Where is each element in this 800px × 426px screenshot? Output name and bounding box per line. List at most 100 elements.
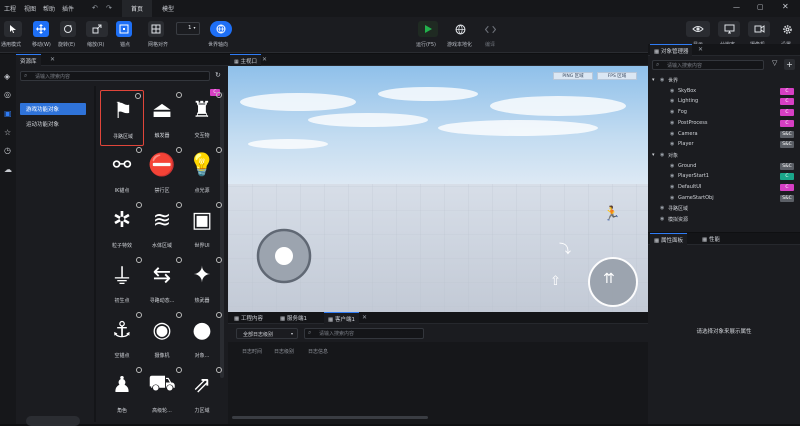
- attack-icon[interactable]: ⇈: [603, 271, 615, 287]
- asset-item[interactable]: ⛟ 高级轮...: [140, 365, 184, 421]
- filter-icon[interactable]: ▽: [772, 59, 777, 67]
- minimize-icon[interactable]: —: [733, 3, 740, 11]
- target-icon[interactable]: ◎: [4, 90, 11, 99]
- asset-item[interactable]: ✲ 粒子特效: [100, 200, 144, 256]
- menu-help[interactable]: 帮助: [43, 4, 55, 13]
- close-tab-icon[interactable]: ✕: [362, 314, 367, 321]
- asset-item[interactable]: ⇗ 力区域: [180, 365, 224, 421]
- tree-item[interactable]: ◉ Camera S&C: [652, 130, 794, 140]
- anchor-point-icon[interactable]: [116, 21, 132, 37]
- eye-icon[interactable]: [686, 21, 710, 37]
- expand-arrow-icon[interactable]: ▾: [652, 152, 655, 158]
- video-camera-icon[interactable]: [748, 21, 770, 37]
- close-tab-icon[interactable]: ✕: [262, 56, 267, 63]
- crouch-icon[interactable]: ⤵: [559, 240, 571, 257]
- tab-home[interactable]: 首页: [122, 0, 152, 17]
- menu-view[interactable]: 视图: [24, 4, 36, 13]
- tree-item[interactable]: ◉ Player S&C: [652, 140, 794, 150]
- zoom-icon[interactable]: [216, 367, 222, 373]
- tab-performance[interactable]: ▦ 性能: [698, 233, 724, 245]
- asset-item[interactable]: ▣ 世界UI: [180, 200, 224, 256]
- expand-arrow-icon[interactable]: ▾: [652, 77, 655, 83]
- close-tab-icon[interactable]: ✕: [698, 46, 703, 53]
- redo-icon[interactable]: ↷: [106, 4, 112, 12]
- maximize-icon[interactable]: ▢: [757, 3, 764, 11]
- grid-snap-icon[interactable]: [148, 21, 164, 37]
- cursor-icon[interactable]: [4, 21, 22, 37]
- tab-model[interactable]: 模型: [155, 0, 181, 17]
- cloud-icon[interactable]: ☁: [4, 165, 12, 174]
- asset-item[interactable]: ≋ 水体区域: [140, 200, 184, 256]
- asset-item[interactable]: ✦ 热武器: [180, 255, 224, 311]
- gear-icon[interactable]: [780, 21, 794, 37]
- tree-mock-resource[interactable]: ◉ 模拟资源: [652, 215, 794, 225]
- asset-item[interactable]: ⇆ 寻路动态...: [140, 255, 184, 311]
- tab-object-manager[interactable]: ▦ 对象管理器: [650, 44, 693, 56]
- close-icon[interactable]: ✕: [782, 2, 789, 11]
- zoom-icon[interactable]: [216, 202, 222, 208]
- joystick-icon[interactable]: [257, 229, 311, 283]
- scale-icon[interactable]: [86, 21, 108, 37]
- tab-properties[interactable]: ▦ 属性面板: [650, 233, 687, 245]
- monitor-icon[interactable]: [718, 21, 740, 37]
- asset-item[interactable]: ♟ 角色: [100, 365, 144, 421]
- zoom-icon[interactable]: [216, 147, 222, 153]
- asset-item[interactable]: ⏏ 触发器: [140, 90, 184, 146]
- asset-item[interactable]: ⛔ 禁行区: [140, 145, 184, 201]
- sprint-icon[interactable]: 🏃: [603, 206, 620, 222]
- log-search-input[interactable]: 请输入搜索内容: [304, 328, 424, 339]
- tree-item[interactable]: ◉ Lighting C: [652, 97, 794, 107]
- clock-icon[interactable]: ◷: [4, 146, 11, 155]
- zoom-icon[interactable]: [216, 312, 222, 318]
- globe-icon[interactable]: [452, 21, 468, 37]
- asset-search-input[interactable]: 请输入搜索内容: [20, 71, 210, 81]
- asset-item[interactable]: ◉ 摄像机: [140, 310, 184, 366]
- add-object-button[interactable]: +: [784, 59, 795, 70]
- play-icon[interactable]: [418, 21, 438, 37]
- move-icon[interactable]: [33, 21, 49, 37]
- tab-main-viewport[interactable]: ▦ 主视口: [230, 54, 261, 66]
- asset-item[interactable]: ⏚ 初生点: [100, 255, 144, 311]
- object-search-input[interactable]: 请输入搜索内容: [652, 60, 764, 70]
- tree-item[interactable]: ◉ PostProcess C: [652, 119, 794, 129]
- jump-icon[interactable]: ⇧: [550, 274, 561, 289]
- tree-item[interactable]: ◉ PlayerStart1 C: [652, 172, 794, 182]
- asset-item[interactable]: ⚯ IK锚点: [100, 145, 144, 201]
- world-axis-icon[interactable]: [210, 21, 232, 37]
- add-category-button[interactable]: [26, 416, 80, 426]
- refresh-icon[interactable]: ↻: [215, 71, 221, 79]
- tab-project-content[interactable]: ▦ 工程内容: [230, 312, 267, 324]
- library-icon[interactable]: ▣: [4, 109, 12, 118]
- tab-asset-library[interactable]: 资源库: [16, 54, 41, 66]
- menu-project[interactable]: 工程: [4, 4, 16, 13]
- close-tab-icon[interactable]: ✕: [50, 56, 55, 63]
- tree-item[interactable]: ◉ DefaultUI C: [652, 183, 794, 193]
- rotate-icon[interactable]: [60, 21, 76, 37]
- tab-server[interactable]: ▦ 服务端1: [276, 312, 311, 324]
- shapes-icon[interactable]: ◈: [4, 72, 10, 81]
- tab-client[interactable]: ▦ 客户端1: [324, 312, 359, 324]
- asset-item[interactable]: 💡 点光源: [180, 145, 224, 201]
- grid-size-input[interactable]: 1 ▾: [176, 22, 200, 35]
- asset-item[interactable]: ⚓ 空锚点: [100, 310, 144, 366]
- tree-item[interactable]: ◉ Fog C: [652, 108, 794, 118]
- zoom-icon[interactable]: [216, 257, 222, 263]
- asset-item[interactable]: ● 对象...: [180, 310, 224, 366]
- category-motion-objects[interactable]: 运动功能对象: [20, 118, 86, 130]
- tree-item[interactable]: ◉ Ground S&C: [652, 162, 794, 172]
- zoom-icon[interactable]: [216, 92, 222, 98]
- scene-view[interactable]: PING 区域 FPS 区域 🏃 ⤵ ⇧ ⇈: [228, 66, 648, 312]
- code-icon[interactable]: [482, 21, 498, 37]
- star-icon[interactable]: ☆: [4, 128, 11, 137]
- tree-world[interactable]: ▾ ◉ 世界: [652, 76, 794, 86]
- log-level-select[interactable]: 全部日志级别 ▾: [236, 328, 298, 339]
- asset-item[interactable]: ⚑ 寻路区域: [100, 90, 144, 146]
- tree-item[interactable]: ◉ SkyBox C: [652, 87, 794, 97]
- tree-navmesh[interactable]: ◉ 寻路区域: [652, 204, 794, 214]
- undo-icon[interactable]: ↶: [92, 4, 98, 12]
- category-game-objects[interactable]: 游戏功能对象: [20, 103, 86, 115]
- tree-objects[interactable]: ▾ ◉ 对象: [652, 151, 794, 161]
- asset-item[interactable]: ♜ 交互物: [180, 90, 224, 146]
- tree-item[interactable]: ◉ GameStartObj S&C: [652, 194, 794, 204]
- menu-plugins[interactable]: 插件: [62, 4, 74, 13]
